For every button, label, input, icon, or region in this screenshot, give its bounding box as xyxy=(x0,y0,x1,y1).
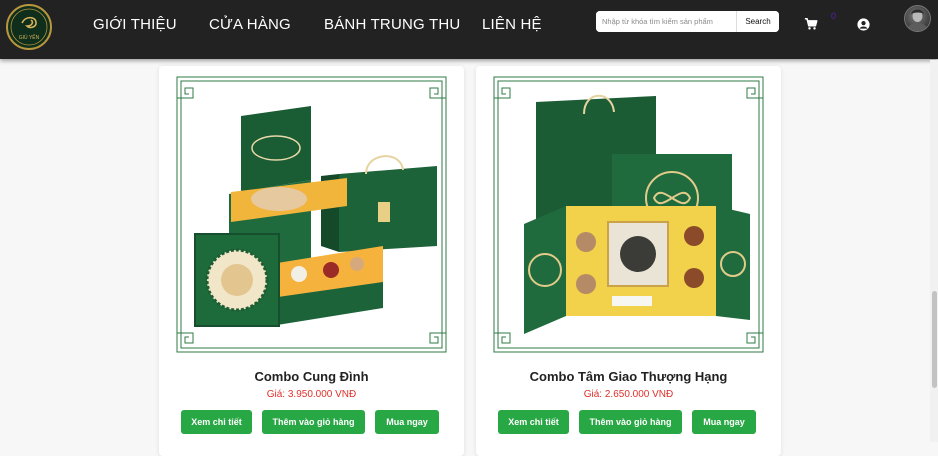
nav-link-contact[interactable]: LIÊN HỆ xyxy=(482,16,542,33)
brand-logo[interactable]: GIÙ YẾN xyxy=(6,4,52,50)
nav-link-about[interactable]: GIỚI THIỆU xyxy=(93,16,177,33)
add-to-cart-button[interactable]: Thêm vào giỏ hàng xyxy=(262,410,365,434)
product-price: Giá: 2.650.000 VNĐ xyxy=(583,389,674,400)
nav-link-mooncake[interactable]: BÁNH TRUNG THU xyxy=(324,16,460,33)
svg-text:GIÙ YẾN: GIÙ YẾN xyxy=(19,34,40,41)
top-navbar: GIÙ YẾN GIỚI THIỆU CỬA HÀNG BÁNH TRUNG T… xyxy=(0,0,938,59)
view-detail-button[interactable]: Xem chi tiết xyxy=(181,410,252,434)
product-name[interactable]: Combo Tâm Giao Thượng Hạng xyxy=(476,369,781,384)
buy-now-button[interactable]: Mua ngay xyxy=(692,410,756,434)
search-input[interactable] xyxy=(596,11,736,32)
product-name[interactable]: Combo Cung Đình xyxy=(159,369,464,384)
product-image[interactable] xyxy=(171,74,452,357)
product-image[interactable] xyxy=(488,74,769,357)
cart-icon[interactable] xyxy=(804,17,818,31)
product-price: Giá: 3.950.000 VNĐ xyxy=(266,389,357,400)
search-button[interactable]: Search xyxy=(736,11,779,32)
add-to-cart-button[interactable]: Thêm vào giỏ hàng xyxy=(579,410,682,434)
nav-link-shop[interactable]: CỬA HÀNG xyxy=(209,16,291,33)
cart-count-badge: 0 xyxy=(831,11,837,21)
avatar[interactable] xyxy=(904,5,931,32)
view-detail-button[interactable]: Xem chi tiết xyxy=(498,410,569,434)
product-card: Combo Cung Đình Giá: 3.950.000 VNĐ Xem c… xyxy=(159,66,464,456)
user-icon[interactable] xyxy=(857,18,870,31)
scrollbar-thumb[interactable] xyxy=(932,291,937,388)
buy-now-button[interactable]: Mua ngay xyxy=(375,410,439,434)
product-card: Combo Tâm Giao Thượng Hạng Giá: 2.650.00… xyxy=(476,66,781,456)
search-bar: Search xyxy=(596,11,779,32)
